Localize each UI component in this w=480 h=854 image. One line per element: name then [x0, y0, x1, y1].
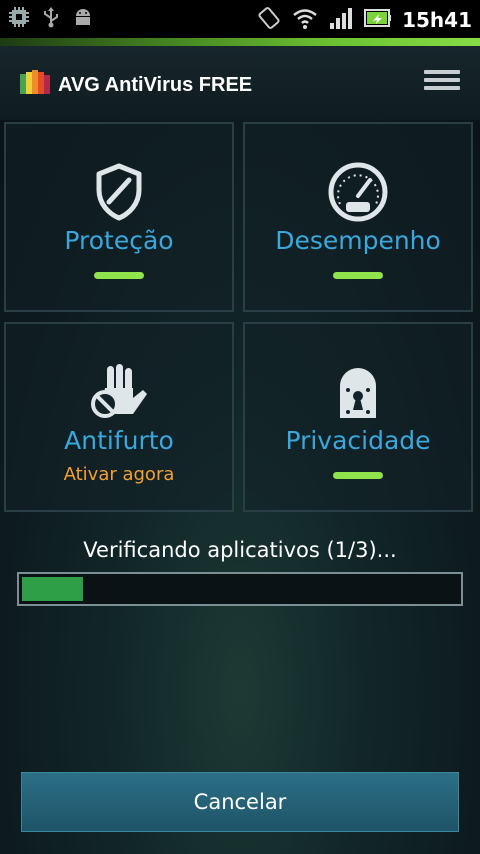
shield-icon	[87, 160, 151, 224]
scan-progress-bar	[17, 572, 463, 606]
brand-text: AVG	[58, 73, 100, 96]
clock: 15h41	[402, 8, 472, 32]
product-text: AntiVirus FREE	[104, 73, 253, 96]
android-icon	[72, 6, 94, 32]
battery-icon	[364, 7, 392, 33]
scan-progress-fill	[22, 577, 83, 601]
avg-logo: AVG AntiVirus FREE	[18, 68, 252, 102]
tile-label: Antifurto	[64, 426, 174, 455]
rotate-icon	[256, 5, 282, 35]
tile-privacidade[interactable]: Privacidade	[243, 322, 473, 512]
signal-icon	[328, 6, 354, 34]
tile-protecao[interactable]: Proteção	[4, 122, 234, 312]
lock-icon	[326, 360, 390, 424]
app-bar: AVG AntiVirus FREE	[0, 46, 480, 120]
menu-button[interactable]	[424, 70, 460, 96]
status-bar: 15h41	[0, 0, 480, 38]
tile-label: Desempenho	[275, 226, 441, 255]
usb-icon	[40, 6, 62, 32]
cancel-button[interactable]: Cancelar	[21, 772, 459, 832]
menu-icon	[424, 70, 460, 74]
speedometer-icon	[326, 160, 390, 224]
accent-stripe	[0, 38, 480, 46]
tile-desempenho[interactable]: Desempenho	[243, 122, 473, 312]
activate-now-link[interactable]: Ativar agora	[6, 464, 232, 485]
chip-icon	[8, 6, 30, 32]
avg-logo-icon	[18, 68, 52, 102]
tile-label: Proteção	[64, 226, 174, 255]
wifi-icon	[292, 6, 318, 34]
status-ok-bar	[333, 272, 383, 279]
scan-status-text: Verificando aplicativos (1/3)...	[83, 538, 397, 562]
stop-hand-icon	[87, 360, 151, 424]
tile-label: Privacidade	[285, 426, 431, 455]
status-ok-bar	[94, 272, 144, 279]
status-ok-bar	[333, 472, 383, 479]
tile-antifurto[interactable]: Antifurto Ativar agora	[4, 322, 234, 512]
